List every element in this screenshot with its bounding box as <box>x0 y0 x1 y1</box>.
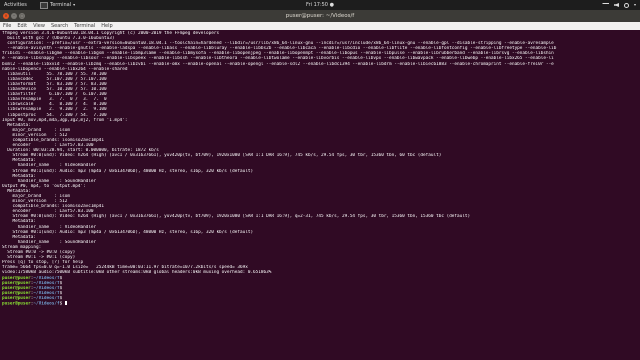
system-tray[interactable]: ▾ <box>601 0 636 10</box>
close-icon[interactable]: × <box>3 13 9 19</box>
window-title: puser@puser: ~/Videos/f <box>285 13 355 19</box>
text-cursor <box>64 300 68 306</box>
top-bar: Activities Terminal ▾ Fri 17:50 ● ▾ <box>0 0 640 10</box>
menu-bar: File Edit View Search Terminal Help <box>0 22 640 30</box>
volume-icon <box>613 3 619 7</box>
menu-view[interactable]: View <box>30 22 48 30</box>
network-icon <box>601 2 609 8</box>
prompt-path: ~/Videos/f <box>33 301 60 307</box>
window-controls: × – □ <box>3 13 25 19</box>
terminal-line: bxml2 --enable-libxvid --enable-libzmq -… <box>2 61 554 67</box>
menu-file[interactable]: File <box>0 22 14 30</box>
maximize-icon[interactable]: □ <box>19 13 25 19</box>
window-titlebar[interactable]: × – □ puser@puser: ~/Videos/f <box>0 10 640 22</box>
terminal-line: e --enable-libsnappy --enable-libsoxr --… <box>2 56 554 62</box>
minimize-icon[interactable]: – <box>11 13 17 19</box>
chevron-down-icon: ▾ <box>633 2 636 7</box>
menu-terminal[interactable]: Terminal <box>71 22 98 30</box>
clock[interactable]: Fri 17:50 ● <box>0 0 640 10</box>
terminal-output[interactable]: ffmpeg version 3.4.6-0ubuntu0.18.04.1 Co… <box>2 31 638 358</box>
menu-search[interactable]: Search <box>48 22 71 30</box>
menu-edit[interactable]: Edit <box>14 22 30 30</box>
power-icon <box>623 2 629 8</box>
prompt-user-host: puser@puser <box>2 301 31 307</box>
prompt-line: puser@puser:~/Videos/f$ <box>2 300 638 307</box>
menu-help[interactable]: Help <box>98 22 115 30</box>
